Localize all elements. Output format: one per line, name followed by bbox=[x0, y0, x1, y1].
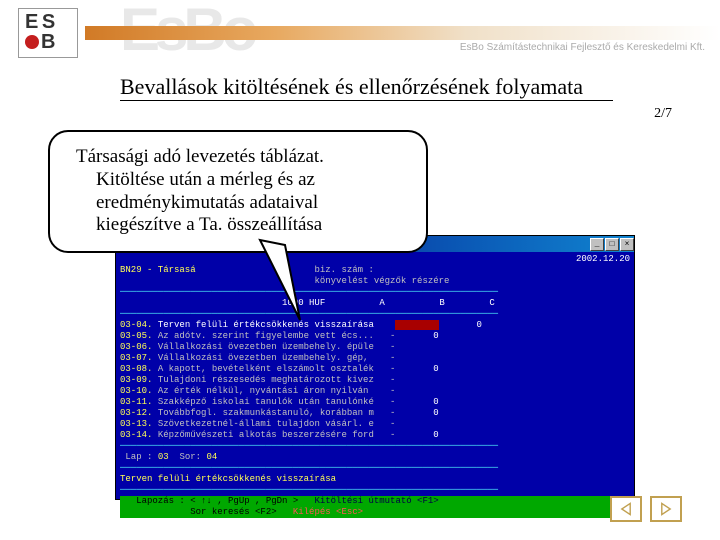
footer-help-1: Lapozás : < ↑↓ , PgUp , PgDn > Kitöltési… bbox=[120, 496, 630, 507]
table-row[interactable]: 03-12. Továbbfogl. szakmunkástanuló, kor… bbox=[120, 408, 630, 419]
table-row[interactable]: 03-08. A kapott, bevételként elszámolt o… bbox=[120, 364, 630, 375]
footer-help-2: Sor keresés <F2> Kilépés <Esc> bbox=[120, 507, 630, 518]
triangle-right-icon bbox=[659, 502, 673, 516]
top-banner: EsBo E S B EsBo Számítástechnikai Fejles… bbox=[0, 0, 720, 68]
callout-line2: Kitöltése után a mérleg és az bbox=[76, 169, 408, 192]
table-row[interactable]: 03-04. Terven felüli értékcsökkenés viss… bbox=[120, 320, 630, 331]
slide-navigation bbox=[610, 496, 682, 522]
table-row[interactable]: 03-10. Az érték nélkül, nyvántási áron n… bbox=[120, 386, 630, 397]
dos-application-window: _ □ × 2002.12.20 BN29 - Társasá biz. szá… bbox=[115, 235, 635, 500]
table-row[interactable]: 03-09. Tulajdoni részesedés meghatározot… bbox=[120, 375, 630, 386]
col-c: C bbox=[472, 298, 512, 309]
table-row[interactable]: 03-07. Vállalkozási övezetben üzembehely… bbox=[120, 353, 630, 364]
position-line: Lap : 03 Sor: 04 bbox=[120, 452, 630, 463]
close-button[interactable]: × bbox=[620, 238, 634, 251]
table-row[interactable]: 03-14. Képzőművészeti alkotás beszerzésé… bbox=[120, 430, 630, 441]
col-a: A bbox=[352, 298, 412, 309]
triangle-left-icon bbox=[619, 502, 633, 516]
header-title: BN29 - Társasá bbox=[120, 265, 196, 275]
page-counter: 2/7 bbox=[654, 106, 672, 122]
logo-line2: B bbox=[25, 31, 77, 54]
prev-button[interactable] bbox=[610, 496, 642, 522]
banner-subtitle: EsBo Számítástechnikai Fejlesztő és Kere… bbox=[460, 42, 705, 53]
table-row[interactable]: 03-11. Szakképző iskolai tanulók után ta… bbox=[120, 397, 630, 408]
table-row[interactable]: 03-05. Az adótv. szerint figyelembe vett… bbox=[120, 331, 630, 342]
col-b: B bbox=[412, 298, 472, 309]
callout-line4: kiegészítve a Ta. összeállítása bbox=[76, 214, 408, 237]
gradient-bar bbox=[85, 26, 720, 40]
table-row[interactable]: 03-06. Vállalkozási övezetben üzembehely… bbox=[120, 342, 630, 353]
explanation-callout: Társasági adó levezetés táblázat. Kitölt… bbox=[48, 130, 428, 253]
status-line: Terven felüli értékcsökkenés visszaírása bbox=[120, 474, 630, 485]
dos-screen: 2002.12.20 BN29 - Társasá biz. szám : kö… bbox=[116, 252, 634, 499]
logo: E S B bbox=[18, 8, 78, 58]
next-button[interactable] bbox=[650, 496, 682, 522]
logo-dot-icon bbox=[25, 35, 39, 49]
logo-line1: E S bbox=[25, 13, 77, 31]
maximize-button[interactable]: □ bbox=[605, 238, 619, 251]
table-row[interactable]: 03-13. Szövetkezetnél-állami tulajdon vá… bbox=[120, 419, 630, 430]
header-date: 2002.12.20 bbox=[576, 254, 630, 264]
separator: ────────────────────────────────────────… bbox=[120, 287, 630, 298]
page-title: Bevallások kitöltésének és ellenőrzéséne… bbox=[120, 74, 613, 101]
callout-line1: Társasági adó levezetés táblázat. bbox=[76, 146, 408, 169]
minimize-button[interactable]: _ bbox=[590, 238, 604, 251]
callout-line3: eredménykimutatás adataival bbox=[76, 192, 408, 215]
